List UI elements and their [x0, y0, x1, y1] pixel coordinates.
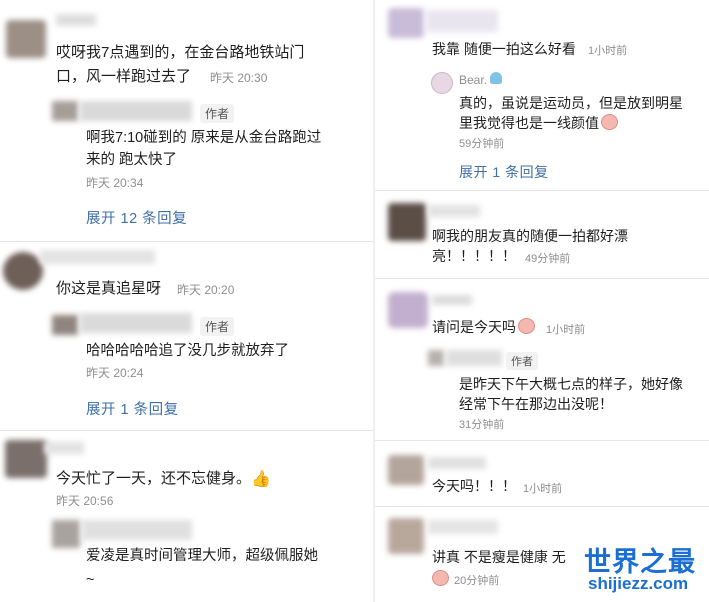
reply-avatar	[52, 101, 78, 121]
reply-username-blurred	[446, 350, 502, 366]
reply-text-line-1: 啊我7:10碰到的 原来是从金台路跑过	[86, 130, 322, 146]
expand-replies-button[interactable]: 展开 1 条回复	[86, 398, 179, 419]
reply-avatar	[52, 520, 80, 548]
comment-divider	[375, 278, 709, 279]
comment-divider	[375, 506, 709, 507]
comment-text-line-2: 亮！！！！！	[432, 248, 516, 264]
comment-divider	[375, 190, 709, 191]
comment-text: 今天吗！！！	[432, 478, 516, 494]
watermark-url: shijiezz.com	[588, 574, 689, 593]
avatar	[5, 440, 47, 478]
avatar	[388, 203, 426, 241]
author-badge: 作者	[200, 317, 235, 336]
reply-text-line-1: 爱凌是真时间管理大师，超级佩服她	[86, 548, 318, 564]
username-blurred	[426, 10, 498, 32]
reply-username: Bear.	[459, 73, 488, 87]
reply-text-line-2: 经常下午在那边出没呢！	[459, 396, 613, 412]
comment-divider	[0, 430, 373, 431]
avatar	[388, 8, 424, 38]
username-blurred	[428, 205, 480, 217]
comment-text: 你这是真追星呀	[56, 280, 162, 297]
username-blurred	[428, 520, 498, 534]
reply-text-content: 里我觉得也是一线颜值	[459, 115, 599, 131]
avatar	[388, 455, 424, 485]
reply-time: 昨天 20:24	[86, 366, 144, 380]
comment-text: 我靠 随便一拍这么好看	[432, 41, 576, 57]
avatar	[388, 292, 428, 328]
comment-time: 昨天 20:30	[210, 71, 268, 85]
expand-replies-button[interactable]: 展开 12 条回复	[86, 207, 187, 228]
avatar	[388, 518, 424, 554]
pig-emoji-icon	[518, 318, 535, 334]
comment-divider	[375, 440, 709, 441]
reply-avatar	[431, 72, 453, 94]
expand-replies-button[interactable]: 展开 1 条回复	[459, 162, 549, 182]
panel-divider	[373, 0, 375, 602]
reply-time: 59分钟前	[459, 138, 505, 150]
avatar	[3, 252, 43, 290]
username-blurred	[428, 457, 486, 469]
comment-time: 20分钟前	[454, 575, 500, 587]
comment-text: 讲真 不是瘦是健康 无	[432, 549, 566, 565]
reply-time: 31分钟前	[459, 419, 505, 431]
pig-emoji-icon	[601, 114, 618, 130]
author-badge: 作者	[506, 352, 538, 370]
pig-emoji-icon	[432, 570, 449, 586]
reply-avatar	[52, 315, 78, 335]
username-blurred	[56, 14, 96, 26]
comment-text-content: 请问是今天吗	[432, 319, 516, 335]
ice-cream-emoji-icon	[490, 72, 502, 84]
comment-time: 昨天 20:20	[177, 283, 235, 297]
comment-text: 请问是今天吗	[432, 316, 535, 338]
username-blurred	[44, 442, 84, 454]
reply-text-line-2: ~	[86, 572, 95, 588]
comment-text-line-2: 口，风一样跑过去了	[56, 68, 192, 85]
reply-username-blurred	[82, 520, 192, 540]
reply-text-line-2: 里我觉得也是一线颜值	[459, 113, 618, 134]
comment-text-line-1: 啊我的朋友真的随便一拍都好漂	[432, 228, 628, 244]
username-blurred	[432, 295, 472, 305]
comment-time: 1小时前	[546, 324, 586, 336]
comment-text: 今天忙了一天，还不忘健身。👍	[56, 468, 271, 491]
comment-time: 1小时前	[588, 45, 628, 57]
comment-divider	[0, 241, 373, 242]
reply-username-blurred	[80, 313, 192, 333]
reply-username-blurred	[80, 101, 192, 121]
reply-text-line-1: 真的，虽说是运动员，但是放到明星	[459, 95, 683, 111]
comment-text-content: 今天忙了一天，还不忘健身。	[56, 470, 252, 487]
comment-time: 昨天 20:56	[56, 494, 114, 508]
reply-time: 昨天 20:34	[86, 176, 144, 190]
comment-text-line-1: 哎呀我7点遇到的，在金台路地铁站门	[56, 44, 305, 61]
avatar	[6, 20, 46, 58]
reply-text: 哈哈哈哈哈追了没几步就放弃了	[86, 343, 289, 359]
reply-text-line-2: 来的 跑太快了	[86, 152, 178, 168]
comment-time: 1小时前	[523, 483, 563, 495]
reply-avatar	[428, 350, 444, 366]
username-blurred	[40, 250, 155, 264]
author-badge: 作者	[200, 104, 235, 123]
reply-text-line-1: 是昨天下午大概七点的样子，她好像	[459, 376, 683, 392]
comment-time: 49分钟前	[525, 253, 571, 265]
thumbs-up-icon: 👍	[251, 471, 271, 488]
